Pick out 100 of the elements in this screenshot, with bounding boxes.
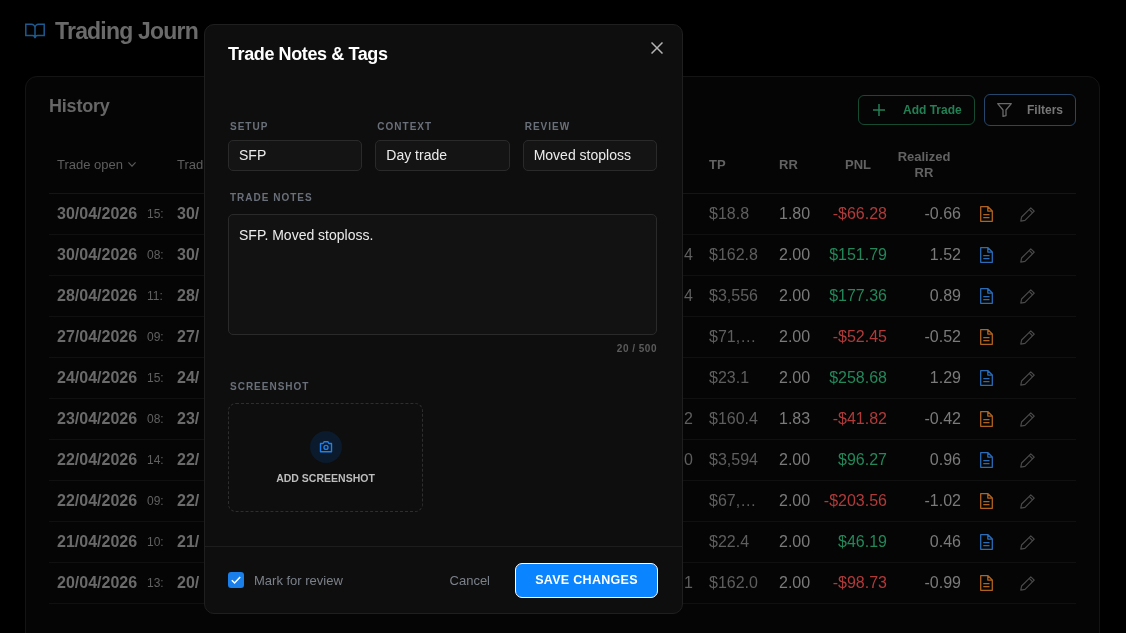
date-cell-text: 21/04/2026 <box>57 532 139 552</box>
camera-icon <box>309 431 342 463</box>
document-icon[interactable] <box>980 206 993 222</box>
tp-cell-text: $162.8 <box>709 245 759 265</box>
tp-cell-text: $23.1 <box>709 368 751 388</box>
pencil-icon[interactable] <box>1020 288 1035 304</box>
text-field[interactable]: SFP <box>228 140 363 171</box>
pnl-cell: $96.27 <box>838 450 887 470</box>
pnl-cell: $151.79 <box>829 245 887 265</box>
document-icon[interactable] <box>980 370 993 386</box>
notes-textarea[interactable]: SFP. Moved stoploss. <box>228 214 657 335</box>
character-counter: 20 / 500 <box>616 343 657 355</box>
field-label: REVIEW <box>523 121 571 133</box>
checkbox-label[interactable]: Mark for review <box>254 572 343 588</box>
document-icon[interactable] <box>980 493 993 509</box>
rr-cell-text: 2.00 <box>779 573 812 593</box>
pnl-cell: -$203.56 <box>823 491 887 511</box>
document-icon[interactable] <box>980 329 993 345</box>
date-cell-text: 20/04/2026 <box>57 573 139 593</box>
column-header[interactable]: PNL <box>845 156 871 173</box>
table-cell: 0 <box>684 450 693 470</box>
pencil-icon[interactable] <box>1020 247 1035 263</box>
column-header[interactable]: Trade open <box>57 156 123 173</box>
table-cell-text: 20/ <box>177 573 201 593</box>
tp-cell-text: $18.8 <box>709 204 751 224</box>
time-cell-text: 13: <box>147 575 165 592</box>
tp-cell-text: $71,… <box>709 327 758 347</box>
tp-cell-text: $162.0 <box>709 573 759 593</box>
table-cell-text: 24/ <box>177 368 201 388</box>
realized-rr-cell: 1.29 <box>929 368 961 388</box>
pencil-icon[interactable] <box>1020 575 1035 591</box>
checkbox[interactable] <box>228 572 244 588</box>
table-cell-text: 30/ <box>177 245 201 265</box>
time-cell-text: 15: <box>147 370 165 387</box>
document-icon[interactable] <box>980 247 993 263</box>
date-cell-text: 27/04/2026 <box>57 327 139 347</box>
table-cell: 1 <box>684 573 693 593</box>
rr-cell-text: 2.00 <box>779 368 812 388</box>
column-header[interactable]: Realized RR <box>895 148 953 181</box>
rr-cell-text: 1.80 <box>779 204 812 224</box>
document-icon[interactable] <box>980 411 993 427</box>
add-trade-button[interactable]: Add Trade <box>858 95 975 125</box>
screenshot-dropzone[interactable]: ADD SCREENSHOT <box>228 403 423 512</box>
filter-icon <box>997 103 1012 117</box>
pencil-icon[interactable] <box>1020 411 1035 427</box>
rr-cell-text: 1.83 <box>779 409 812 429</box>
filters-button[interactable]: Filters <box>984 94 1076 126</box>
rr-cell-text: 2.00 <box>779 532 812 552</box>
time-cell-text: 14: <box>147 452 165 469</box>
document-icon[interactable] <box>980 452 993 468</box>
field-label: SETUP <box>229 121 269 133</box>
document-icon[interactable] <box>980 534 993 550</box>
date-cell-text: 22/04/2026 <box>57 491 139 511</box>
rr-cell-text: 2.00 <box>779 286 812 306</box>
pencil-icon[interactable] <box>1020 329 1035 345</box>
tp-cell-text: $67,… <box>709 491 758 511</box>
field-label: TRADE NOTES <box>229 192 313 204</box>
column-header[interactable]: TP <box>709 156 726 173</box>
column-header[interactable]: Trad <box>177 156 204 173</box>
date-cell-text: 22/04/2026 <box>57 450 139 470</box>
save-button[interactable]: SAVE CHANGES <box>515 562 658 598</box>
table-cell-text: 27/ <box>177 327 201 347</box>
tp-cell-text: $3,594 <box>709 450 759 470</box>
table-cell: 2 <box>684 409 693 429</box>
realized-rr-cell: 0.96 <box>929 450 961 470</box>
plus-icon <box>873 104 885 116</box>
tp-cell-text: $3,556 <box>709 286 759 306</box>
time-cell-text: 10: <box>147 534 165 551</box>
rr-cell-text: 2.00 <box>779 327 812 347</box>
field-label: SCREENSHOT <box>229 381 310 393</box>
pencil-icon[interactable] <box>1020 452 1035 468</box>
close-icon[interactable] <box>651 42 663 54</box>
pencil-icon[interactable] <box>1020 370 1035 386</box>
date-cell-text: 30/04/2026 <box>57 204 139 224</box>
history-title: History <box>49 95 110 118</box>
document-icon[interactable] <box>980 575 993 591</box>
pencil-icon[interactable] <box>1020 534 1035 550</box>
text-field[interactable]: Moved stoploss <box>522 140 657 171</box>
pnl-cell: -$41.82 <box>832 409 887 429</box>
time-cell-text: 15: <box>147 206 165 223</box>
cancel-button[interactable]: Cancel <box>449 572 490 588</box>
table-cell-text: 30/ <box>177 204 201 224</box>
field-label: CONTEXT <box>376 121 433 133</box>
rr-cell-text: 2.00 <box>779 491 812 511</box>
chevron-down-icon[interactable] <box>128 162 136 167</box>
pnl-cell: $46.19 <box>838 532 887 552</box>
time-cell-text: 08: <box>147 247 165 264</box>
realized-rr-cell: -0.42 <box>924 409 961 429</box>
column-header[interactable]: RR <box>779 156 798 173</box>
pnl-cell: $258.68 <box>829 368 887 388</box>
tp-cell-text: $22.4 <box>709 532 751 552</box>
realized-rr-cell: 0.46 <box>929 532 961 552</box>
date-cell-text: 23/04/2026 <box>57 409 139 429</box>
document-icon[interactable] <box>980 288 993 304</box>
pencil-icon[interactable] <box>1020 206 1035 222</box>
pencil-icon[interactable] <box>1020 493 1035 509</box>
realized-rr-cell: -0.52 <box>924 327 961 347</box>
realized-rr-cell: -0.66 <box>924 204 961 224</box>
book-icon <box>25 23 45 39</box>
text-field[interactable]: Day trade <box>375 140 510 171</box>
